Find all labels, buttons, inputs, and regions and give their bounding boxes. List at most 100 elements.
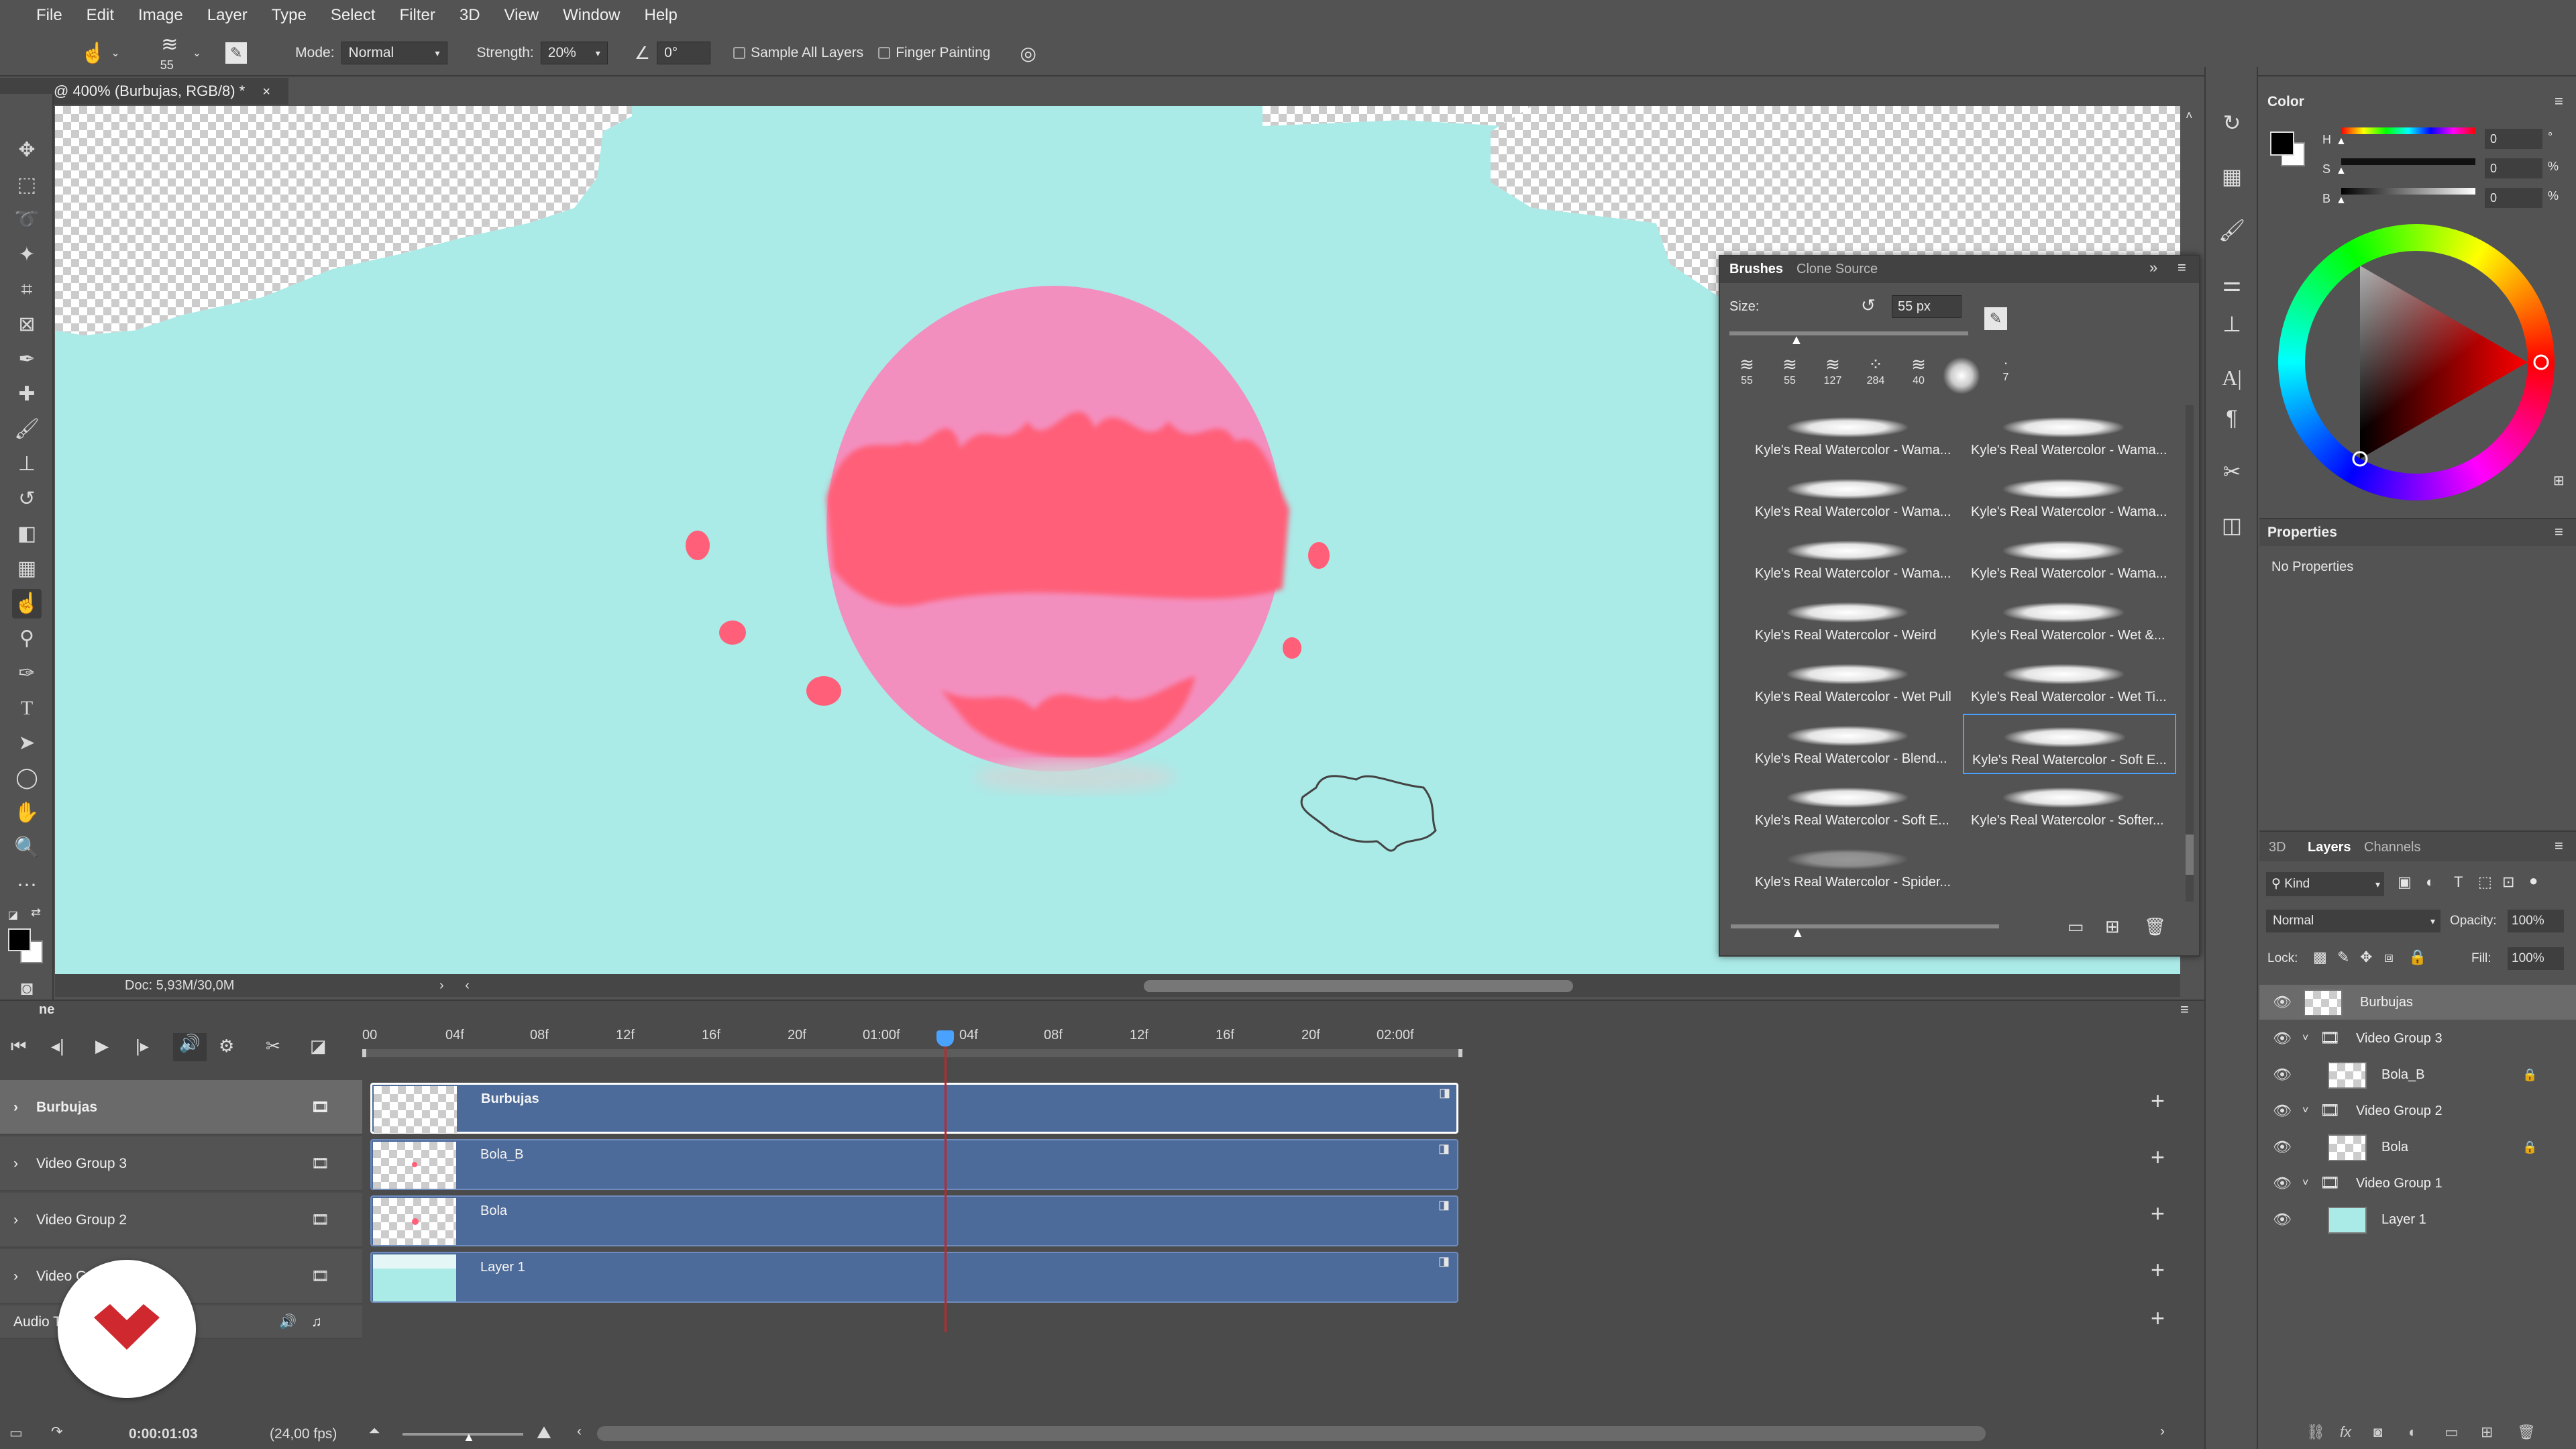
foreground-color-swatch[interactable] <box>2270 131 2294 156</box>
magic-wand-tool-icon[interactable]: ✦ <box>12 240 42 270</box>
go-to-first-frame-icon[interactable]: ⏮ <box>11 1036 26 1057</box>
track-video-group-3[interactable]: › Video Group 3 🎞 <box>0 1136 362 1191</box>
adjustment-layer-icon[interactable]: ◐ <box>2408 1424 2417 1441</box>
render-video-icon[interactable]: ▭ <box>9 1425 23 1442</box>
recent-brush[interactable]: ≋ 127 <box>1813 354 1853 397</box>
scroll-left-icon[interactable]: ‹ <box>465 978 470 993</box>
slider-thumb[interactable]: ▲ <box>463 1430 475 1444</box>
brush-settings-icon[interactable]: 🖌 <box>2216 215 2247 246</box>
film-icon[interactable]: 🎞 <box>311 1249 329 1304</box>
filter-shape-icon[interactable]: ⬚ <box>2478 873 2492 891</box>
menu-select[interactable]: Select <box>319 0 388 31</box>
chevron-right-icon[interactable]: › <box>13 1080 18 1135</box>
tool-presets-icon[interactable]: ✂ <box>2216 456 2247 487</box>
scroll-left-icon[interactable]: ‹ <box>577 1424 582 1440</box>
new-layer-icon[interactable]: ⊞ <box>2481 1424 2493 1441</box>
layer-group-row[interactable]: 👁 ˅ 🎞 Video Group 2 <box>2259 1093 2576 1128</box>
brush-item[interactable]: Kyle's Real Watercolor - Wama... <box>1963 405 2176 466</box>
clip-end-icon[interactable]: ◨ <box>1438 1142 1450 1156</box>
filter-smart-object-icon[interactable]: ⊡ <box>2502 873 2514 891</box>
hue-slider[interactable] <box>2341 127 2475 134</box>
layer-row[interactable]: 👁 Bola 🔒 <box>2259 1130 2576 1165</box>
opacity-input[interactable]: 100% <box>2508 910 2564 932</box>
music-note-icon[interactable]: ♫ <box>311 1305 322 1339</box>
angle-field[interactable]: 0° <box>657 42 711 64</box>
panel-menu-icon[interactable]: ≡ <box>2555 93 2563 110</box>
h-input[interactable]: 0 <box>2485 129 2542 149</box>
tab-brushes[interactable]: Brushes <box>1729 262 1783 277</box>
menu-3d[interactable]: 3D <box>447 0 492 31</box>
move-tool-icon[interactable]: ✥ <box>12 136 42 165</box>
filter-adjustment-icon[interactable]: ◐ <box>2426 873 2434 891</box>
brush-preset-picker[interactable]: ≋ 55 <box>150 33 190 73</box>
collapse-icon[interactable]: » <box>2149 259 2157 276</box>
lasso-tool-icon[interactable]: ➰ <box>12 205 42 235</box>
mode-dropdown[interactable]: Normal ▾ <box>341 42 447 64</box>
brush-item-selected[interactable]: Kyle's Real Watercolor - Soft E... <box>1963 714 2176 774</box>
transition-icon[interactable]: ◪ <box>310 1036 327 1057</box>
pressure-icon[interactable]: ◎ <box>1020 42 1036 64</box>
recent-brush[interactable]: ⁘ 284 <box>1856 354 1896 397</box>
scroll-thumb[interactable] <box>2186 835 2194 875</box>
menu-window[interactable]: Window <box>551 0 632 31</box>
layer-group-row[interactable]: 👁 ˅ 🎞 Video Group 1 <box>2259 1166 2576 1201</box>
size-slider[interactable]: ▲ <box>1729 331 1968 347</box>
strength-field[interactable]: 20% ▾ <box>540 42 608 64</box>
tab-clone-source[interactable]: Clone Source <box>1796 262 1878 277</box>
split-icon[interactable]: ✂ <box>266 1036 280 1057</box>
new-group-icon[interactable]: ▭ <box>2068 916 2084 937</box>
brush-settings-icon[interactable]: ✎ <box>1984 307 2007 330</box>
previous-frame-icon[interactable]: ◂| <box>51 1036 64 1057</box>
eye-icon[interactable]: 👁 <box>2273 1202 2292 1237</box>
swap-colors-icon[interactable]: ⇄ <box>31 906 41 920</box>
track-video-group-2[interactable]: › Video Group 2 🎞 <box>0 1193 362 1248</box>
chevron-right-icon[interactable]: › <box>13 1249 18 1304</box>
fx-icon[interactable]: fx <box>2340 1424 2351 1441</box>
frame-tool-icon[interactable]: ⊠ <box>12 310 42 339</box>
recent-brush[interactable]: ≋ 40 <box>1898 354 1939 397</box>
timeline-tab[interactable]: ne <box>39 1002 54 1018</box>
add-media-icon[interactable]: + <box>2151 1256 2165 1284</box>
settings-gear-icon[interactable]: ⚙ <box>219 1036 234 1057</box>
type-tool-icon[interactable]: T <box>12 694 42 723</box>
b-input[interactable]: 0 <box>2485 188 2542 208</box>
play-icon[interactable]: ▶ <box>95 1036 109 1057</box>
trash-icon[interactable]: 🗑 <box>2517 1424 2536 1441</box>
brush-item[interactable]: Kyle's Real Watercolor - Weird <box>1747 590 1960 651</box>
clip-layer-1[interactable]: Layer 1 ◨ <box>370 1252 1458 1303</box>
zoom-tool-icon[interactable]: 🔍 <box>12 833 42 863</box>
menu-view[interactable]: View <box>492 0 551 31</box>
convert-icon[interactable]: ↷ <box>51 1424 63 1440</box>
film-icon[interactable]: 🎞 <box>311 1136 329 1191</box>
clip-end-icon[interactable]: ◨ <box>1438 1254 1450 1269</box>
link-icon[interactable]: ⛓ <box>2306 1424 2325 1441</box>
paragraph-icon[interactable]: ¶ <box>2216 402 2247 433</box>
close-icon[interactable]: × <box>262 85 270 99</box>
zoom-out-icon[interactable]: ⏶ <box>369 1424 380 1440</box>
track-burbujas[interactable]: › Burbujas 🎞 <box>0 1080 362 1135</box>
recent-brush[interactable]: · 7 <box>1986 354 2026 397</box>
saturation-slider[interactable] <box>2341 158 2475 165</box>
libraries-icon[interactable]: ◫ <box>2216 510 2247 541</box>
chevron-down-icon[interactable]: ⌄ <box>193 46 201 60</box>
chevron-right-icon[interactable]: › <box>13 1136 18 1191</box>
sample-all-layers-checkbox[interactable] <box>733 47 746 59</box>
recent-brush-soft[interactable] <box>1943 357 1980 394</box>
adjustments-icon[interactable]: ⚌ <box>2216 268 2247 299</box>
recent-brush[interactable]: ≋ 55 <box>1770 354 1810 397</box>
history-brush-tool-icon[interactable]: ↺ <box>12 484 42 514</box>
swatches-icon[interactable]: ▦ <box>2216 161 2247 192</box>
h-scroll-thumb[interactable] <box>1144 979 1574 992</box>
tab-channels[interactable]: Channels <box>2364 840 2421 855</box>
lock-artboard-icon[interactable]: ⧈ <box>2384 949 2394 966</box>
new-group-icon[interactable]: ▭ <box>2445 1424 2459 1441</box>
chevron-right-icon[interactable]: › <box>13 1193 18 1248</box>
lock-pixels-icon[interactable]: ✎ <box>2337 949 2349 966</box>
brush-item[interactable]: Kyle's Real Watercolor - Wama... <box>1747 467 1960 527</box>
eye-icon[interactable]: 👁 <box>2273 1130 2292 1165</box>
slider-thumb[interactable]: ▲ <box>1790 333 1803 348</box>
eye-icon[interactable]: 👁 <box>2273 985 2292 1020</box>
add-media-icon[interactable]: + <box>2151 1199 2165 1228</box>
eyedropper-tool-icon[interactable]: ✒ <box>12 345 42 374</box>
recent-brush[interactable]: ≋ 55 <box>1727 354 1767 397</box>
